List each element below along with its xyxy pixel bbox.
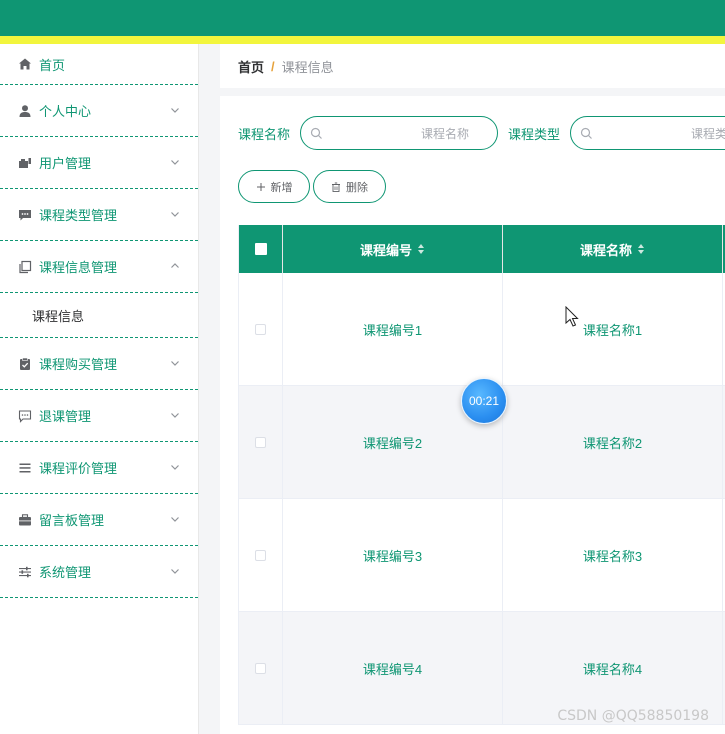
chevron-down-icon — [170, 462, 180, 472]
course-name-label: 课程名称 — [238, 126, 291, 142]
sidebar-item-course-purchase-management[interactable]: 课程购买管理 — [0, 338, 198, 390]
chevron-down-icon — [170, 566, 180, 576]
course-type-label: 课程类型 — [508, 126, 561, 142]
sidebar-item-home[interactable]: 首页 — [0, 44, 198, 85]
sidebar-subitem-course-info[interactable]: 课程信息 — [0, 293, 198, 338]
row-checkbox[interactable] — [255, 436, 266, 448]
sidebar-item-course-drop-management[interactable]: 退课管理 — [0, 390, 198, 442]
sidebar-item-label: 个人中心 — [39, 104, 92, 119]
user-manage-icon — [18, 156, 32, 170]
chevron-up-icon — [170, 261, 180, 271]
search-icon — [310, 127, 322, 139]
sidebar-item-user-management[interactable]: 用户管理 — [0, 137, 198, 189]
cell-course-name: 课程名称2 — [503, 386, 723, 498]
course-table: 课程编号 课程名称 课程编号1 课程名称1 课程编号2 课程名称2 课程编号3 … — [238, 225, 725, 725]
sidebar-item-label: 首页 — [39, 57, 66, 73]
row-checkbox[interactable] — [255, 323, 266, 335]
mouse-pointer-icon — [565, 306, 579, 327]
column-header-label: 课程编号 — [359, 242, 412, 258]
delete-button[interactable]: 删除 — [313, 170, 386, 203]
delete-button-label: 删除 — [346, 181, 368, 194]
header-accent-stripe — [0, 36, 725, 44]
cell-course-code: 课程编号4 — [283, 612, 503, 724]
breadcrumb: 首页 / 课程信息 — [220, 44, 725, 88]
course-name-search-field[interactable] — [300, 116, 499, 150]
sidebar-item-label: 系统管理 — [39, 565, 92, 580]
search-form: 课程名称 课程类型 — [238, 115, 725, 151]
plus-icon — [256, 182, 265, 191]
recording-timer-badge[interactable]: 00:21 — [461, 378, 507, 424]
user-icon — [18, 104, 32, 118]
sidebar-item-label: 课程购买管理 — [39, 357, 118, 372]
chevron-down-icon — [170, 410, 180, 420]
sidebar-item-label: 退课管理 — [39, 409, 92, 424]
sidebar-item-system-management[interactable]: 系统管理 — [0, 546, 198, 598]
course-type-input[interactable] — [599, 125, 725, 143]
select-all-checkbox[interactable] — [254, 243, 267, 255]
select-all-cell — [239, 225, 283, 273]
chat-box-icon — [18, 208, 32, 222]
action-buttons: 新增 删除 — [238, 170, 386, 203]
cell-course-name: 课程名称1 — [503, 273, 723, 385]
sidebar-item-course-review-management[interactable]: 课程评价管理 — [0, 442, 198, 494]
chevron-down-icon — [170, 157, 180, 167]
breadcrumb-separator: / — [271, 58, 275, 74]
search-icon — [580, 127, 592, 139]
top-header-bar — [0, 0, 725, 36]
chevron-down-icon — [170, 514, 180, 524]
sidebar-item-label: 课程信息管理 — [39, 260, 118, 275]
sidebar-item-personal-center[interactable]: 个人中心 — [0, 85, 198, 137]
cell-course-code: 课程编号3 — [283, 499, 503, 611]
add-button[interactable]: 新增 — [238, 170, 310, 203]
chevron-down-icon — [170, 209, 180, 219]
sort-icon[interactable] — [417, 243, 425, 255]
breadcrumb-home-link[interactable]: 首页 — [238, 57, 264, 76]
column-header-label: 课程名称 — [579, 242, 632, 258]
sidebar-item-course-info-management[interactable]: 课程信息管理 — [0, 241, 198, 293]
sidebar-item-label: 课程类型管理 — [39, 208, 118, 223]
sidebar-item-label: 课程评价管理 — [39, 461, 118, 476]
course-name-input[interactable] — [329, 125, 472, 143]
sidebar-item-message-board-management[interactable]: 留言板管理 — [0, 494, 198, 546]
sidebar-item-label: 用户管理 — [39, 156, 92, 171]
course-type-search-field[interactable] — [570, 116, 725, 150]
table-header: 课程编号 课程名称 — [239, 225, 725, 273]
column-header-course-name[interactable]: 课程名称 — [503, 225, 723, 273]
sidebar-item-label: 留言板管理 — [39, 513, 105, 528]
watermark: CSDN @QQ58850198 — [557, 708, 709, 724]
column-header-course-code[interactable]: 课程编号 — [283, 225, 503, 273]
trash-icon — [332, 182, 340, 192]
clipboard-check-icon — [18, 357, 32, 371]
table-row[interactable]: 课程编号1 课程名称1 — [239, 273, 725, 386]
chevron-down-icon — [170, 358, 180, 368]
row-checkbox[interactable] — [255, 549, 266, 561]
sliders-icon — [18, 565, 32, 579]
list-icon — [18, 461, 32, 475]
sort-icon[interactable] — [637, 243, 645, 255]
chat-dots-icon — [18, 409, 32, 423]
briefcase-icon — [18, 513, 32, 527]
sidebar-item-course-type-management[interactable]: 课程类型管理 — [0, 189, 198, 241]
sidebar-menu: 首页 个人中心 用户管理 课程类型管理 课程信息管理 课程信息 课程购买管理 退… — [0, 44, 199, 734]
row-checkbox[interactable] — [255, 662, 266, 674]
copy-document-icon — [18, 260, 32, 274]
cell-course-name: 课程名称3 — [503, 499, 723, 611]
cell-course-code: 课程编号1 — [283, 273, 503, 385]
breadcrumb-current: 课程信息 — [281, 59, 334, 75]
home-icon — [18, 57, 32, 71]
add-button-label: 新增 — [270, 181, 293, 194]
table-row[interactable]: 课程编号3 课程名称3 — [239, 499, 725, 612]
chevron-down-icon — [170, 105, 180, 115]
